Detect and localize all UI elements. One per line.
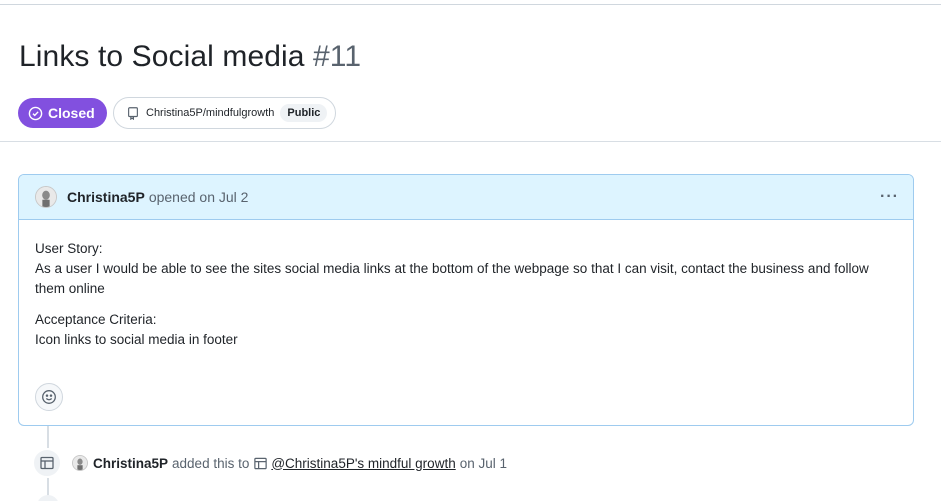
- add-reaction-button[interactable]: [35, 383, 63, 411]
- comment-body: User Story: As a user I would be able to…: [19, 220, 913, 350]
- repo-pill[interactable]: Christina5P/mindfulgrowth Public: [113, 97, 337, 129]
- avatar[interactable]: [72, 455, 88, 471]
- issue-title-text: Links to Social media: [19, 40, 305, 73]
- timeline-event: Christina5P added this to @Christina5P's…: [32, 448, 507, 478]
- issue-state-label: Closed: [48, 105, 95, 121]
- user-story-block: User Story: As a user I would be able to…: [35, 239, 897, 299]
- issue-state-badge: Closed: [18, 98, 107, 128]
- event-actor[interactable]: Christina5P: [93, 456, 168, 471]
- issue-number: #11: [313, 40, 362, 73]
- issue-comment: Christina5P opened on Jul 2 ··· User Sto…: [18, 174, 914, 426]
- visibility-tag: Public: [280, 104, 328, 122]
- event-timestamp[interactable]: on Jul 1: [460, 456, 507, 471]
- event-action: added this to: [172, 455, 250, 471]
- timeline-next-badge: [37, 495, 59, 501]
- repo-name[interactable]: Christina5P/mindfulgrowth: [146, 107, 274, 119]
- top-divider: [0, 0, 941, 5]
- acceptance-criteria-heading: Acceptance Criteria:: [35, 312, 157, 327]
- kebab-horizontal-icon[interactable]: ···: [880, 188, 899, 206]
- comment-header: Christina5P opened on Jul 2 ···: [19, 175, 913, 220]
- acceptance-criteria-block: Acceptance Criteria: Icon links to socia…: [35, 310, 897, 350]
- comment-author[interactable]: Christina5P: [67, 189, 145, 205]
- avatar-image: [36, 187, 56, 207]
- project-link[interactable]: @Christina5P's mindful growth: [271, 456, 455, 471]
- table-icon: [254, 457, 268, 469]
- issue-title: Links to Social media #11: [19, 40, 361, 74]
- issue-closed-icon: [28, 106, 43, 120]
- timeline-event-badge: [32, 448, 62, 478]
- repo-icon: [128, 107, 138, 120]
- user-story-heading: User Story:: [35, 241, 103, 256]
- acceptance-criteria-text: Icon links to social media in footer: [35, 332, 238, 347]
- comment-meta[interactable]: opened on Jul 2: [149, 189, 249, 205]
- avatar[interactable]: [35, 186, 57, 208]
- avatar-image: [73, 456, 87, 470]
- header-divider: [0, 141, 941, 142]
- table-icon: [40, 456, 54, 470]
- smiley-icon: [42, 390, 56, 404]
- user-story-text: As a user I would be able to see the sit…: [35, 261, 869, 296]
